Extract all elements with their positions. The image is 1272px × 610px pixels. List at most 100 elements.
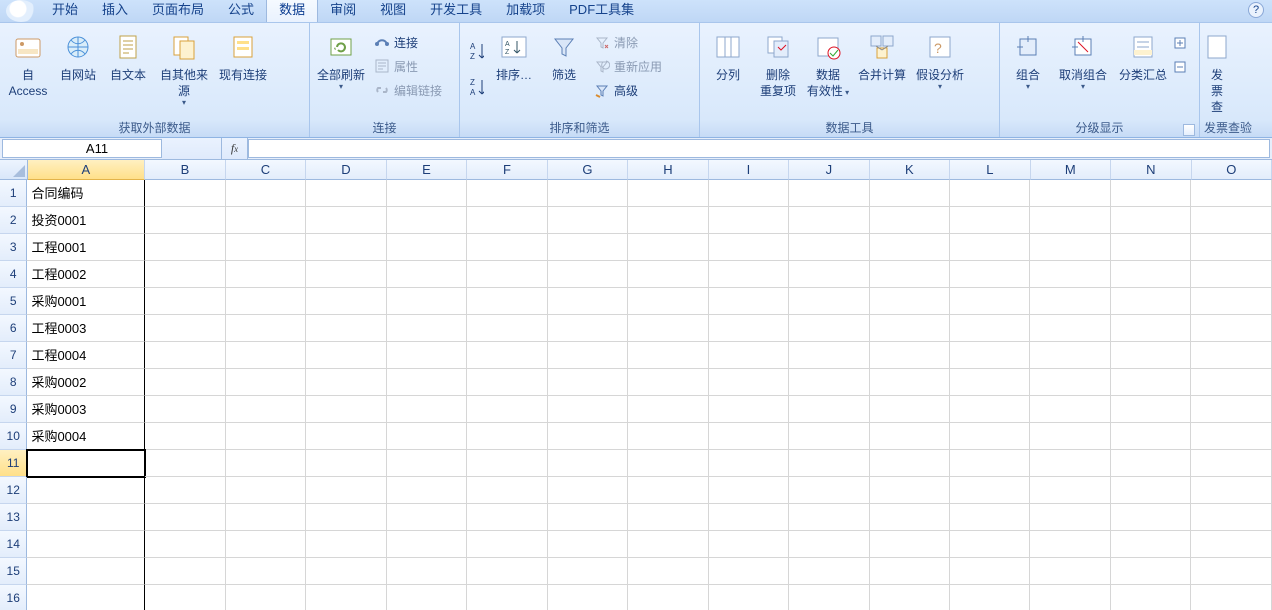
cell-M11[interactable] bbox=[1030, 450, 1110, 477]
cell-L7[interactable] bbox=[950, 342, 1030, 369]
tab-review[interactable]: 审阅 bbox=[318, 0, 368, 22]
cell-D11[interactable] bbox=[306, 450, 386, 477]
remove-duplicates-button[interactable]: 删除 重复项 bbox=[754, 25, 802, 99]
cell-L8[interactable] bbox=[950, 369, 1030, 396]
cell-E14[interactable] bbox=[387, 531, 467, 558]
cell-A2[interactable]: 投资0001 bbox=[27, 207, 145, 234]
cell-K8[interactable] bbox=[870, 369, 950, 396]
cell-G14[interactable] bbox=[548, 531, 628, 558]
cell-C14[interactable] bbox=[226, 531, 306, 558]
cell-H4[interactable] bbox=[628, 261, 708, 288]
cell-G5[interactable] bbox=[548, 288, 628, 315]
cell-K4[interactable] bbox=[870, 261, 950, 288]
cell-G15[interactable] bbox=[548, 558, 628, 585]
cell-G2[interactable] bbox=[548, 207, 628, 234]
cell-F2[interactable] bbox=[467, 207, 547, 234]
cell-L1[interactable] bbox=[950, 180, 1030, 207]
cell-J7[interactable] bbox=[789, 342, 869, 369]
cell-I3[interactable] bbox=[709, 234, 789, 261]
tab-data[interactable]: 数据 bbox=[266, 0, 318, 22]
cell-F9[interactable] bbox=[467, 396, 547, 423]
cell-H5[interactable] bbox=[628, 288, 708, 315]
advanced-filter-button[interactable]: 高级 bbox=[590, 79, 666, 101]
cell-I8[interactable] bbox=[709, 369, 789, 396]
cell-H3[interactable] bbox=[628, 234, 708, 261]
cell-K16[interactable] bbox=[870, 585, 950, 610]
cell-G7[interactable] bbox=[548, 342, 628, 369]
cell-M8[interactable] bbox=[1030, 369, 1110, 396]
cell-L3[interactable] bbox=[950, 234, 1030, 261]
cell-K6[interactable] bbox=[870, 315, 950, 342]
colhead-G[interactable]: G bbox=[548, 160, 628, 180]
group-rows-button[interactable]: 组合 ▾ bbox=[1004, 25, 1052, 91]
cell-D15[interactable] bbox=[306, 558, 386, 585]
cell-L14[interactable] bbox=[950, 531, 1030, 558]
cell-N8[interactable] bbox=[1111, 369, 1191, 396]
cell-F11[interactable] bbox=[467, 450, 547, 477]
colhead-A[interactable]: A bbox=[28, 160, 146, 180]
cell-F13[interactable] bbox=[467, 504, 547, 531]
cell-I12[interactable] bbox=[709, 477, 789, 504]
rowhead-2[interactable]: 2 bbox=[0, 207, 27, 234]
cell-B7[interactable] bbox=[145, 342, 225, 369]
cell-M10[interactable] bbox=[1030, 423, 1110, 450]
cell-E1[interactable] bbox=[387, 180, 467, 207]
cell-L4[interactable] bbox=[950, 261, 1030, 288]
cell-K10[interactable] bbox=[870, 423, 950, 450]
rowhead-6[interactable]: 6 bbox=[0, 315, 27, 342]
colhead-B[interactable]: B bbox=[145, 160, 225, 180]
cell-C6[interactable] bbox=[226, 315, 306, 342]
cell-E9[interactable] bbox=[387, 396, 467, 423]
cell-G8[interactable] bbox=[548, 369, 628, 396]
cell-G4[interactable] bbox=[548, 261, 628, 288]
cell-B9[interactable] bbox=[145, 396, 225, 423]
cell-O13[interactable] bbox=[1191, 504, 1271, 531]
cell-J3[interactable] bbox=[789, 234, 869, 261]
cell-K12[interactable] bbox=[870, 477, 950, 504]
colhead-L[interactable]: L bbox=[950, 160, 1030, 180]
cell-O14[interactable] bbox=[1191, 531, 1271, 558]
cell-J5[interactable] bbox=[789, 288, 869, 315]
text-to-columns-button[interactable]: 分列 bbox=[704, 25, 752, 83]
cell-F6[interactable] bbox=[467, 315, 547, 342]
cell-O3[interactable] bbox=[1191, 234, 1271, 261]
cell-C11[interactable] bbox=[226, 450, 306, 477]
cell-A3[interactable]: 工程0001 bbox=[27, 234, 145, 261]
cell-I9[interactable] bbox=[709, 396, 789, 423]
colhead-E[interactable]: E bbox=[387, 160, 467, 180]
cell-I5[interactable] bbox=[709, 288, 789, 315]
cell-A15[interactable] bbox=[27, 558, 145, 585]
colhead-I[interactable]: I bbox=[709, 160, 789, 180]
rowhead-9[interactable]: 9 bbox=[0, 396, 27, 423]
cell-M6[interactable] bbox=[1030, 315, 1110, 342]
cell-J6[interactable] bbox=[789, 315, 869, 342]
cell-O8[interactable] bbox=[1191, 369, 1271, 396]
tab-pdftools[interactable]: PDF工具集 bbox=[557, 0, 646, 22]
cell-E15[interactable] bbox=[387, 558, 467, 585]
cell-J1[interactable] bbox=[789, 180, 869, 207]
rowhead-15[interactable]: 15 bbox=[0, 558, 27, 585]
cell-E10[interactable] bbox=[387, 423, 467, 450]
cell-H14[interactable] bbox=[628, 531, 708, 558]
cell-O12[interactable] bbox=[1191, 477, 1271, 504]
cell-J2[interactable] bbox=[789, 207, 869, 234]
cell-H12[interactable] bbox=[628, 477, 708, 504]
cell-L9[interactable] bbox=[950, 396, 1030, 423]
cell-K7[interactable] bbox=[870, 342, 950, 369]
fx-icon[interactable]: fx bbox=[222, 138, 248, 159]
cell-M1[interactable] bbox=[1030, 180, 1110, 207]
cell-C1[interactable] bbox=[226, 180, 306, 207]
cell-J8[interactable] bbox=[789, 369, 869, 396]
rowhead-7[interactable]: 7 bbox=[0, 342, 27, 369]
cell-K14[interactable] bbox=[870, 531, 950, 558]
cell-L15[interactable] bbox=[950, 558, 1030, 585]
cell-D2[interactable] bbox=[306, 207, 386, 234]
rowhead-12[interactable]: 12 bbox=[0, 477, 27, 504]
cell-H11[interactable] bbox=[628, 450, 708, 477]
cell-H16[interactable] bbox=[628, 585, 708, 610]
cell-E5[interactable] bbox=[387, 288, 467, 315]
refresh-all-button[interactable]: 全部刷新 ▾ bbox=[314, 25, 368, 91]
cell-B15[interactable] bbox=[145, 558, 225, 585]
cell-O10[interactable] bbox=[1191, 423, 1271, 450]
cell-K5[interactable] bbox=[870, 288, 950, 315]
